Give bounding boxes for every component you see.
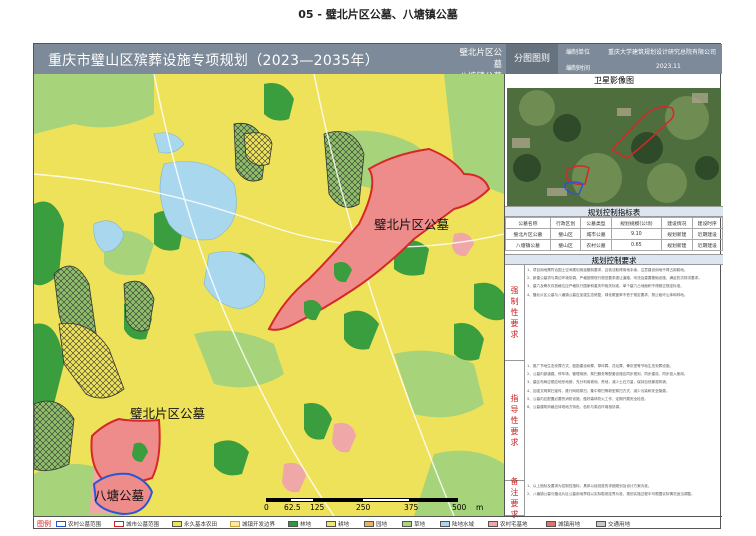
index-table: 公墓名称 行政区划 公墓类型 规划规模(公顷) 建设情况 建设时序 璧北片区公墓… xyxy=(505,217,724,251)
legend-item: 农村公墓范围 xyxy=(56,520,101,528)
planning-map[interactable]: 璧北片区公墓 璧北片区公墓 八塘公墓 0 62.5 125 250 375 50… xyxy=(34,74,504,516)
legend-swatch xyxy=(288,521,298,527)
requirement-item: 1、项目用地需符合国土空间规划用途管制要求，且依法取得用地手续，注意建设用地不得… xyxy=(527,268,688,272)
scale-tick-3: 250 xyxy=(356,503,371,512)
document-title: 05 - 璧北片区公墓、八塘镇公墓 xyxy=(298,8,458,21)
table-cell: 近期建设 xyxy=(691,239,724,251)
requirement-item: 4、加强文明祭扫宣传，推行网络祭扫、集中祭扫等新型祭扫方式，减少污染和安全隐患。 xyxy=(527,388,670,393)
legend-item: 交通用地 xyxy=(596,520,630,528)
legend-swatch xyxy=(114,521,124,527)
legend-item: 城镇用地 xyxy=(546,520,580,528)
notes-requirements: 1、以上指标及要求为控制性指标，具体以经批准的详细规划及设计方案为准。 2、八塘… xyxy=(527,484,721,515)
table-cell: 璧山区 xyxy=(549,228,582,240)
table-row: 璧北片区公墓 璧山区 城市公墓 9.10 规划新建 近期建设 xyxy=(505,228,724,240)
legend-item: 草地 xyxy=(402,520,425,528)
legend-swatch xyxy=(230,521,240,527)
requirement-item: 1、以上指标及要求为控制性指标，具体以经批准的详细规划及设计方案为准。 xyxy=(527,484,652,488)
time-label: 编制时间 xyxy=(566,65,591,72)
requirement-item: 4、璧北片区公墓与八塘镇公墓应加强生态修复，绿化覆盖率不低于规定要求，禁止破坏山… xyxy=(527,292,688,297)
table-cell: 规划新建 xyxy=(661,228,693,240)
index-col-name: 公墓名称 xyxy=(505,217,551,229)
index-table-heading: 规划控制指标表 xyxy=(505,206,723,217)
guiding-requirements: 1、推广节地生态安葬方式，鼓励建设树葬、草坪葬、花坛葬、骨灰堂等节地生态安葬设施… xyxy=(527,364,721,480)
requirement-item: 1、推广节地生态安葬方式，鼓励建设树葬、草坪葬、花坛葬、骨灰堂等节地生态安葬设施… xyxy=(527,364,674,368)
index-header-row: 公墓名称 行政区划 公墓类型 规划规模(公顷) 建设情况 建设时序 xyxy=(505,217,724,229)
index-col-status: 建设情况 xyxy=(661,217,693,229)
table-cell: 璧山区 xyxy=(549,239,582,251)
legend-item: 城市公墓范围 xyxy=(114,520,159,528)
table-cell: 农村公墓 xyxy=(580,239,612,251)
table-cell: 规划新建 xyxy=(661,239,693,251)
requirement-item: 3、墓穴及骨灰存放格位应严格执行国家和重庆市相关标准，单个墓穴占地面积不得超过规… xyxy=(527,284,684,289)
scale-tick-4: 375 xyxy=(404,503,419,512)
label-bibei-cemetery: 璧北片区公墓 xyxy=(374,217,450,232)
requirement-item: 2、八塘镇公墓与璧北片区公墓用地界线以实际勘测定界为准，规划实施过程中可根据实际… xyxy=(527,492,695,497)
legend-swatch xyxy=(440,521,450,527)
mandatory-requirements: 1、项目用地需符合国土空间规划用途管制要求，且依法取得用地手续，注意建设用地不得… xyxy=(527,268,721,360)
legend-heading: 图例 xyxy=(37,520,51,528)
index-col-scale: 规划规模(公顷) xyxy=(610,217,663,229)
org-value: 重庆大学建筑规划设计研究总院有限公司 xyxy=(608,49,717,56)
mandatory-label: 强制性要求 xyxy=(505,265,525,361)
site-name-bibei: 璧北片区公墓 xyxy=(459,48,502,70)
time-value: 2023.11 xyxy=(656,63,681,70)
scale-tick-0: 0 xyxy=(264,503,269,512)
legend-item: 永久基本农田 xyxy=(172,520,217,528)
index-col-type: 公墓类型 xyxy=(580,217,612,229)
legend-swatch xyxy=(56,521,66,527)
legend-swatch xyxy=(596,521,606,527)
table-cell: 近期建设 xyxy=(691,228,724,240)
legend-item: 城镇开发边界 xyxy=(230,520,275,528)
index-col-phase: 建设时序 xyxy=(691,217,724,229)
requirement-item: 3、墓区布局应顺应地形地貌，充分利用坡地、荒地，减少土石方量，保持自然景观风貌。 xyxy=(527,380,670,385)
label-bibei-south: 璧北片区公墓 xyxy=(130,406,206,421)
plan-sheet: 重庆市璧山区殡葬设施专项规划（2023—2035年） 璧北片区公墓 八塘镇公墓 … xyxy=(33,43,724,530)
requirement-item: 2、公墓内部道路、停车场、管理用房、祭扫服务等配套设施应同步规划、同步建设、同步… xyxy=(527,372,688,377)
table-cell: 城市公墓 xyxy=(580,228,612,240)
legend-item: 农村宅基地 xyxy=(488,520,528,528)
satellite-image xyxy=(507,88,721,206)
legend-item: 耕地 xyxy=(326,520,349,528)
scale-tick-2: 125 xyxy=(310,503,325,512)
scale-tick-5: 500 xyxy=(452,503,467,512)
legend-swatch xyxy=(402,521,412,527)
scale-bar: 0 62.5 125 250 375 500 m xyxy=(264,498,498,514)
legend-swatch xyxy=(488,521,498,527)
legend-swatch xyxy=(364,521,374,527)
table-row: 八塘镇公墓 璧山区 农村公墓 0.65 规划新建 近期建设 xyxy=(505,239,724,251)
table-cell: 0.65 xyxy=(610,239,663,251)
table-cell: 八塘镇公墓 xyxy=(505,239,551,251)
scale-tick-1: 62.5 xyxy=(284,503,301,512)
legend-item: 园地 xyxy=(364,520,387,528)
org-label: 编制单位 xyxy=(566,49,591,56)
requirement-item: 5、公墓内应配置必要的消防设施，做好森林防火工作，定期开展安全检查。 xyxy=(527,396,648,401)
info-panel: 卫星影像图 规划控制指标表 公墓名称 行政区划 公墓类型 规划规模(公顷) 建设… xyxy=(504,74,724,519)
legend-swatch xyxy=(326,521,336,527)
legend-swatch xyxy=(172,521,182,527)
map-legend: 图例 农村公墓范围 城市公墓范围 永久基本农田 城镇开发边界 林地 耕地 园地 … xyxy=(34,516,722,530)
guiding-label: 指导性要求 xyxy=(505,361,525,481)
title-banner: 重庆市璧山区殡葬设施专项规划（2023—2035年） 璧北片区公墓 八塘镇公墓 … xyxy=(34,44,722,82)
requirement-item: 6、公墓建筑风格应体现地方特色，色彩与周边环境相协调。 xyxy=(527,405,623,410)
notes-label: 备注要求 xyxy=(505,477,525,519)
satellite-title: 卫星影像图 xyxy=(594,76,634,85)
map-canvas xyxy=(34,74,504,516)
legend-swatch xyxy=(546,521,556,527)
sheet-type-tag: 分图图则 xyxy=(506,44,558,74)
meta-block: 编制单位 重庆大学建筑规划设计研究总院有限公司 编制时间 2023.11 xyxy=(560,44,722,74)
requirements-heading: 规划控制要求 xyxy=(505,254,723,265)
table-cell: 9.10 xyxy=(610,228,663,240)
index-col-district: 行政区划 xyxy=(549,217,582,229)
requirement-item: 2、新建公墓须与周边环境协调，严格按照现行规范要求退让道路、河流及重要基础设施，… xyxy=(527,276,702,281)
label-batang-cemetery: 八塘公墓 xyxy=(94,488,145,503)
table-cell: 璧北片区公墓 xyxy=(505,228,551,240)
scale-unit: m xyxy=(476,503,484,512)
legend-item: 林地 xyxy=(288,520,311,528)
legend-item: 陆地水域 xyxy=(440,520,474,528)
plan-title: 重庆市璧山区殡葬设施专项规划（2023—2035年） xyxy=(48,53,380,69)
